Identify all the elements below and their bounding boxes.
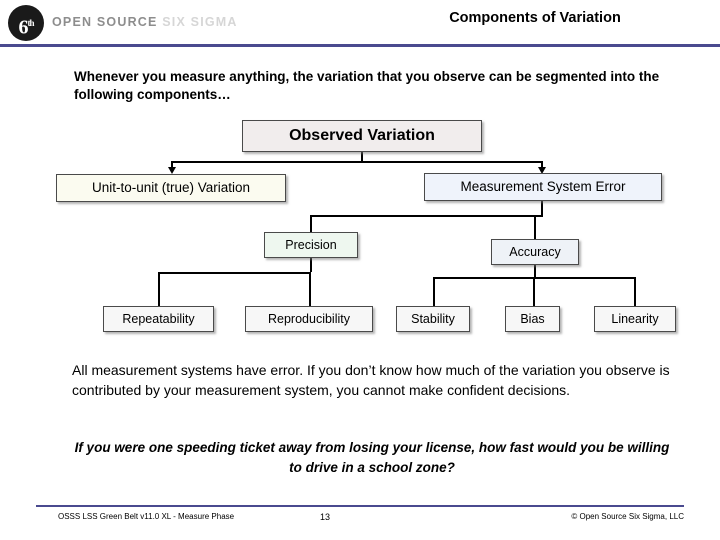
intro-paragraph: Whenever you measure anything, the varia… (74, 69, 660, 103)
body-paragraph-1: All measurement systems have error. If y… (72, 362, 670, 399)
node-reproducibility: Reproducibility (245, 306, 373, 332)
logo-icon: 6th (8, 5, 44, 41)
connector-observed-bar (171, 161, 543, 163)
connector-repeatability-drop (158, 272, 160, 306)
brand-accent: SIX SIGMA (162, 15, 238, 29)
connector-bias-drop (533, 277, 535, 306)
components-of-variation-diagram: Observed Variation Unit-to-unit (true) V… (0, 110, 720, 345)
connector-mse-bar (310, 215, 543, 217)
connector-precision-bar (158, 272, 311, 274)
connector-precision-stem (310, 258, 312, 272)
node-accuracy: Accuracy (491, 239, 579, 265)
footer-page-number: 13 (320, 512, 331, 522)
node-bias: Bias (505, 306, 560, 332)
logo-superscript: th (27, 18, 34, 28)
node-stability: Stability (396, 306, 470, 332)
connector-accuracy-drop (534, 215, 536, 239)
node-measurement-system-error: Measurement System Error (424, 173, 662, 201)
connector-stability-drop (433, 277, 435, 306)
node-repeatability: Repeatability (103, 306, 214, 332)
node-unit-to-unit-variation: Unit-to-unit (true) Variation (56, 174, 286, 202)
footer-copyright: © Open Source Six Sigma, LLC (571, 512, 684, 521)
slide-header: 6th OPEN SOURCE SIX SIGMA Components of … (0, 0, 720, 47)
connector-mse-stem (541, 201, 543, 215)
node-precision: Precision (264, 232, 358, 258)
connector-reproducibility-drop (309, 272, 311, 306)
connector-accuracy-stem (534, 265, 536, 277)
footer-divider (36, 505, 684, 507)
brand-wordmark: OPEN SOURCE SIX SIGMA (52, 15, 238, 29)
node-observed-variation: Observed Variation (242, 120, 482, 152)
page-title: Components of Variation (449, 10, 621, 26)
node-linearity: Linearity (594, 306, 676, 332)
connector-linearity-drop (634, 277, 636, 306)
brand-prefix: OPEN SOURCE (52, 15, 163, 29)
body-paragraph-2: If you were one speeding ticket away fro… (74, 440, 670, 475)
footer-course-label: OSSS LSS Green Belt v11.0 XL - Measure P… (58, 512, 235, 521)
connector-precision-drop (310, 215, 312, 232)
header-divider (0, 44, 720, 47)
arrow-to-unit-to-unit (168, 167, 176, 174)
